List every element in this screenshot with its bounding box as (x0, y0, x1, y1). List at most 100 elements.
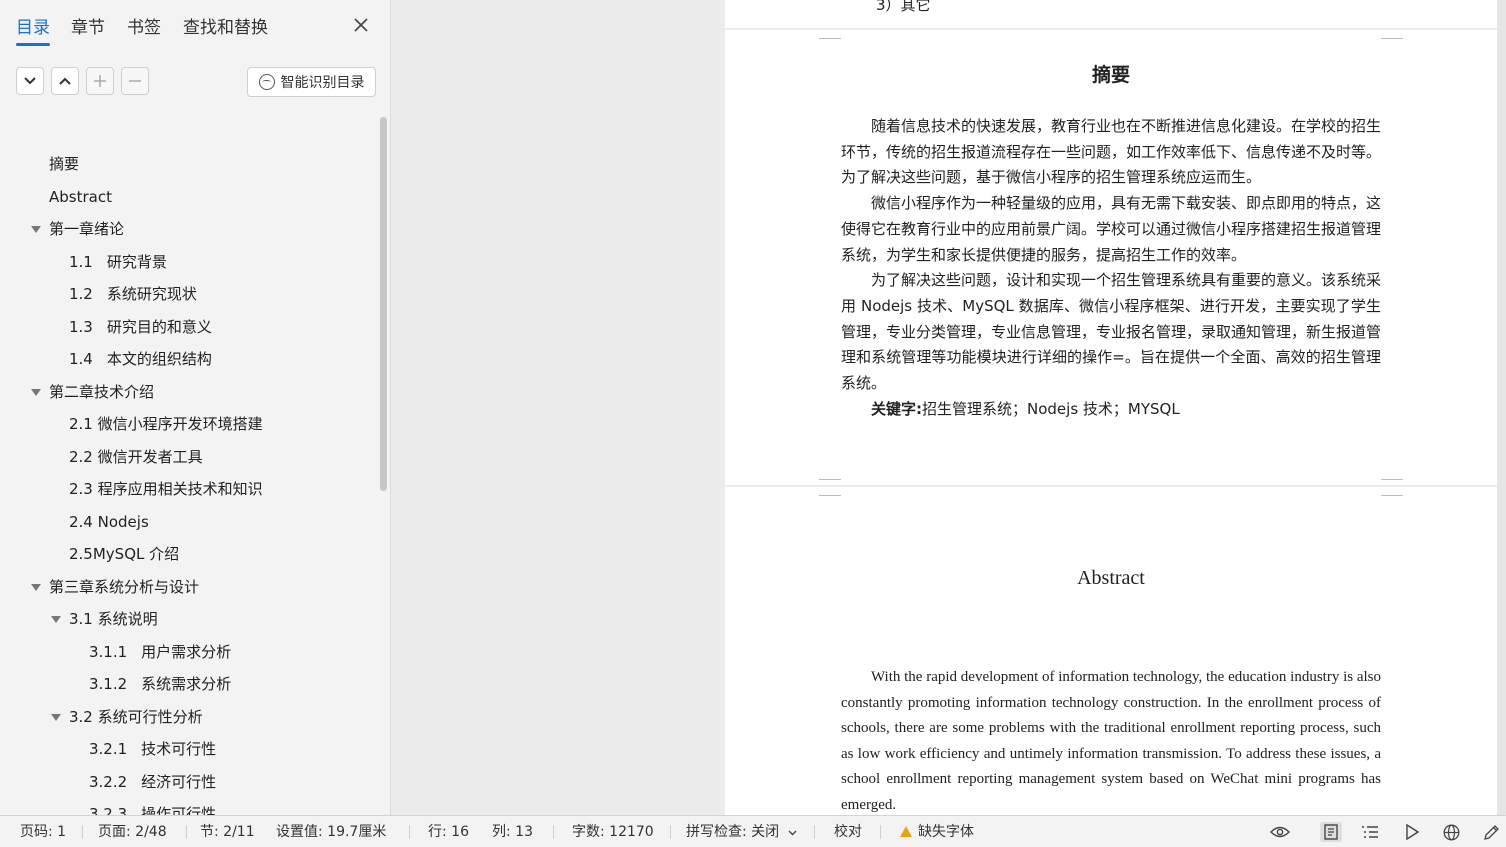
toc-item-number: 1.2 (69, 285, 93, 303)
status-word-count[interactable]: 字数: 12170 (572, 823, 654, 841)
status-separator (670, 825, 671, 839)
collapse-up-button[interactable] (51, 67, 79, 95)
nav-tabs: 目录 章节 书签 查找和替换 (0, 0, 390, 56)
status-separator (880, 825, 881, 839)
expand-triangle-icon[interactable] (31, 583, 41, 591)
outline-view-icon[interactable] (1359, 822, 1381, 842)
toc-item[interactable]: 3.1.2 系统需求分析 (89, 668, 231, 700)
toc-item-title: 2.1 微信小程序开发环境搭建 (69, 415, 263, 433)
page-corner-mark (1381, 30, 1403, 39)
toc-item-title: 2.2 微信开发者工具 (69, 447, 203, 466)
toc-item-title: 用户需求分析 (141, 642, 232, 661)
abstract-zh-title: 摘要 (1091, 64, 1130, 86)
toc-item[interactable]: 2.4 Nodejs (69, 506, 149, 538)
previous-page: 3）其它 (725, 0, 1497, 33)
page-corner-mark (819, 30, 841, 39)
status-separator (553, 825, 554, 839)
keywords-text: 招生管理系统；Nodejs 技术；MYSQL (922, 399, 1180, 418)
tab-toc[interactable]: 目录 (16, 16, 50, 46)
toc-scrollbar[interactable] (380, 117, 387, 491)
expand-triangle-icon[interactable] (51, 616, 61, 623)
pen-icon[interactable] (1480, 822, 1502, 842)
close-icon[interactable] (350, 16, 372, 38)
document-area: 3）其它 摘要 随着信息技术的快速发展，教育行业也在不断推进信息化建设。在学校的… (391, 0, 1506, 815)
previous-page-text: 3）其它 (876, 0, 931, 14)
toc-item-number: 1.4 (69, 350, 93, 368)
smart-toc-button[interactable]: 智能识别目录 (247, 67, 376, 97)
status-page[interactable]: 页面: 2/48 (98, 823, 167, 841)
status-bar: 页码: 1 页面: 2/48 节: 2/11 设置值: 19.7厘米 行: 16… (0, 815, 1506, 847)
document-scroll-gutter (1497, 0, 1506, 815)
toc-item-title: 3.1 系统说明 (69, 610, 158, 628)
toc-item-title: 研究背景 (106, 252, 167, 271)
keywords-line: 关键字:招生管理系统；Nodejs 技术；MYSQL (841, 397, 1381, 423)
toc-item[interactable]: 3.2.1 技术可行性 (89, 733, 216, 765)
toc-item[interactable]: 摘要 (49, 148, 79, 180)
status-row[interactable]: 行: 16 (428, 823, 469, 841)
expand-down-button[interactable] (16, 67, 44, 95)
toc-item[interactable]: 3.1.1 用户需求分析 (89, 636, 231, 668)
toc-item[interactable]: 1.2 系统研究现状 (69, 278, 197, 310)
globe-icon[interactable] (1440, 822, 1462, 842)
toc-item[interactable]: 2.3 程序应用相关技术和知识 (69, 473, 263, 505)
chevron-up-icon (59, 77, 71, 85)
toc-item[interactable]: 1.4 本文的组织结构 (69, 343, 212, 375)
proofread-button[interactable]: 校对 (834, 823, 862, 841)
toc-item[interactable]: 第三章系统分析与设计 (31, 571, 199, 603)
status-separator (186, 825, 187, 839)
tab-chapters[interactable]: 章节 (71, 16, 105, 40)
expand-triangle-icon[interactable] (51, 713, 61, 721)
abstract-zh-paragraph: 微信小程序作为一种轻量级的应用，具有无需下载安装、即点即用的特点，这使得它在教育… (841, 194, 1382, 264)
toc-item[interactable]: 2.5MySQL 介绍 (69, 538, 179, 570)
toc-item[interactable]: Abstract (49, 181, 112, 213)
toc-item-title: 经济可行性 (141, 772, 217, 791)
tab-find-replace[interactable]: 查找和替换 (183, 16, 268, 40)
toc-item-title: 系统研究现状 (106, 285, 197, 303)
smart-recognize-icon (258, 74, 275, 90)
toc-item-title: 第一章绪论 (49, 220, 125, 238)
spell-check-toggle[interactable]: 拼写检查: 关闭 (686, 823, 797, 841)
abstract-zh-body: 随着信息技术的快速发展，教育行业也在不断推进信息化建设。在学校的招生环节，传统的… (841, 114, 1381, 422)
minus-icon (129, 80, 141, 82)
toc-item[interactable]: 1.1 研究背景 (69, 246, 167, 278)
toc-item[interactable]: 2.2 微信开发者工具 (69, 441, 203, 473)
chevron-down-icon (24, 77, 36, 85)
toc-item-title: 第三章系统分析与设计 (49, 577, 200, 596)
toc-item[interactable]: 第二章技术介绍 (31, 376, 154, 408)
page-view-icon[interactable] (1320, 822, 1342, 842)
toc-item[interactable]: 第一章绪论 (31, 213, 124, 245)
expand-triangle-icon[interactable] (31, 388, 41, 396)
missing-font-button[interactable]: 缺失字体 (900, 823, 974, 841)
toc-item[interactable]: 2.1 微信小程序开发环境搭建 (69, 408, 263, 440)
play-icon[interactable] (1401, 822, 1423, 842)
abstract-zh-paragraph: 随着信息技术的快速发展，教育行业也在不断推进信息化建设。在学校的招生环节，传统的… (841, 117, 1382, 187)
add-heading-button[interactable] (86, 67, 114, 95)
toc-item[interactable]: 1.3 研究目的和意义 (69, 311, 212, 343)
toc-item-title: 系统需求分析 (141, 675, 232, 693)
status-separator (82, 825, 83, 839)
remove-heading-button[interactable] (121, 67, 149, 95)
tab-bookmarks[interactable]: 书签 (127, 16, 161, 40)
toc-item-title: 2.5MySQL 介绍 (69, 545, 180, 563)
toc-item[interactable]: 3.1 系统说明 (51, 603, 158, 635)
spell-check-label: 拼写检查: 关闭 (686, 824, 780, 840)
status-separator (814, 825, 815, 839)
navigation-panel: 目录 章节 书签 查找和替换 智能识别目录 摘要 Abstract 第一章绪论 1.1… (0, 0, 391, 823)
status-setting[interactable]: 设置值: 19.7厘米 (276, 823, 386, 841)
toc-item-title: 2.4 Nodejs (69, 512, 149, 531)
toc-item[interactable]: 3.2.2 经济可行性 (89, 766, 216, 798)
expand-triangle-icon[interactable] (31, 226, 41, 233)
toc-item-title: 2.3 程序应用相关技术和知识 (69, 480, 263, 498)
plus-icon (94, 75, 106, 87)
status-col[interactable]: 列: 13 (492, 823, 533, 841)
status-section[interactable]: 节: 2/11 (200, 823, 255, 841)
toc-item-title: 本文的组织结构 (106, 350, 212, 368)
toc-item-number: 3.1.1 (89, 642, 128, 661)
toc-item[interactable]: 3.2 系统可行性分析 (51, 701, 203, 733)
status-page-code[interactable]: 页码: 1 (20, 823, 66, 841)
keywords-label: 关键字: (871, 399, 922, 418)
abstract-en-body: With the rapid development of informatio… (841, 665, 1381, 815)
abstract-zh-paragraph: 为了解决这些问题，设计和实现一个招生管理系统具有重要的意义。该系统采用 Node… (841, 271, 1382, 393)
toc-item-number: 3.1.2 (89, 675, 128, 693)
eye-protection-icon[interactable] (1269, 822, 1291, 842)
